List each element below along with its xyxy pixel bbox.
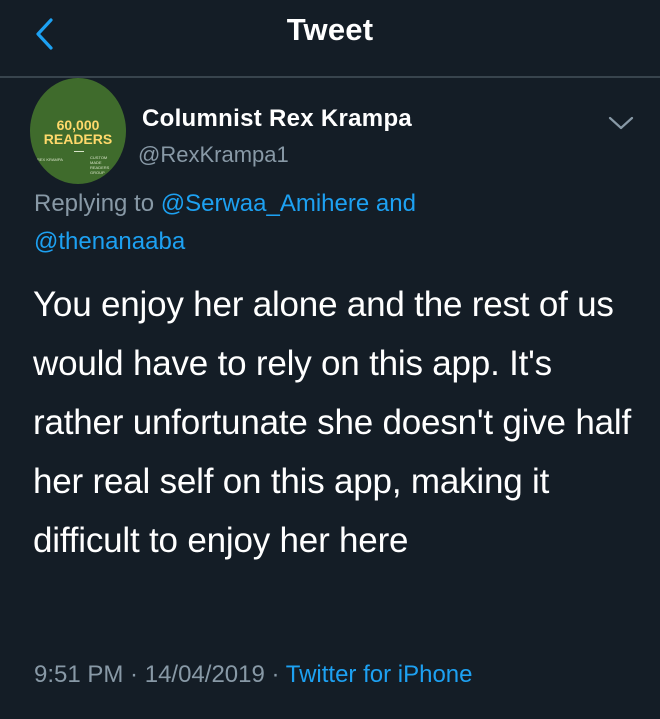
chevron-down-icon [608, 116, 634, 130]
display-name[interactable]: Columnist Rex Krampa [142, 105, 412, 133]
tweet-text: You enjoy her alone and the rest of us w… [33, 285, 631, 560]
avatar-text: 60,000 READERS [43, 117, 113, 147]
avatar-divider [74, 151, 84, 152]
avatar[interactable]: 60,000 READERS REX KRAMPA CUSTOM MADE RE… [30, 78, 126, 184]
tweet-date: 14/04/2019 [144, 661, 265, 688]
replying-to-label: Replying to [34, 190, 161, 217]
more-options-button[interactable] [606, 112, 636, 134]
header-divider [0, 76, 660, 78]
avatar-small-text: REX KRAMPA [37, 157, 63, 162]
user-handle[interactable]: @RexKrampa1 [138, 142, 289, 168]
tweet-time: 9:51 PM [34, 661, 124, 688]
top-nav-bar: Tweet [0, 0, 660, 78]
tweet-source-link[interactable]: Twitter for iPhone [286, 661, 473, 688]
replying-to: Replying to @Serwaa_Amihere and @thenana… [34, 185, 634, 261]
avatar-small-text: CUSTOM MADE READERS GROUP [90, 155, 110, 175]
replying-and[interactable]: and [369, 190, 416, 217]
tweet-meta: 9:51 PM · 14/04/2019 · Twitter for iPhon… [34, 661, 473, 689]
page-title: Tweet [286, 12, 374, 47]
mention-link[interactable]: @Serwaa_Amihere [161, 190, 369, 217]
separator: · [264, 661, 286, 688]
separator: · [123, 661, 145, 688]
mention-link[interactable]: @thenanaaba [34, 228, 185, 255]
